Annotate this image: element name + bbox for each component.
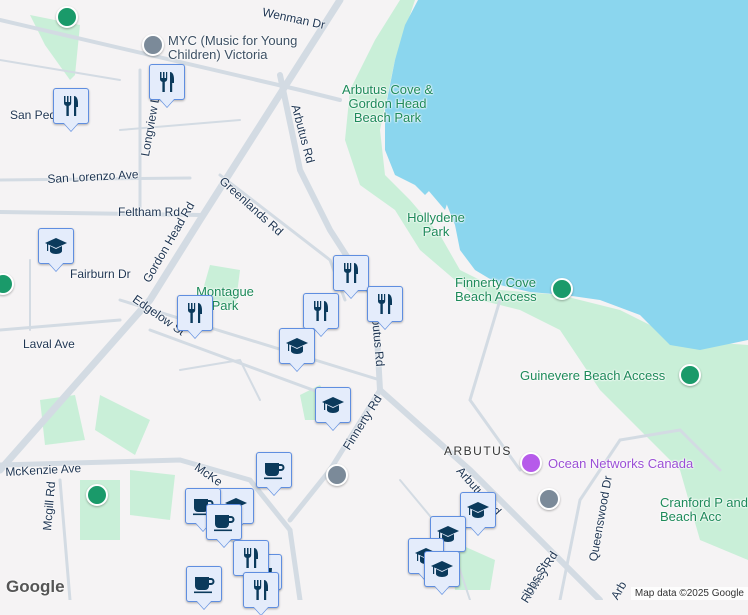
graduation-cap-icon [431,561,453,577]
graduation-cap-icon [467,502,489,518]
restaurant-marker[interactable] [243,572,279,608]
fork-knife-icon [254,580,268,600]
restaurant-marker[interactable] [233,540,269,576]
restaurant-marker[interactable] [367,286,403,322]
cafe-marker[interactable] [206,504,242,540]
school-marker[interactable] [424,551,460,587]
park-pin-icon[interactable] [86,484,108,506]
restaurant-marker[interactable] [177,295,213,331]
school-pin-icon[interactable] [142,34,164,56]
restaurant-marker[interactable] [53,88,89,124]
coffee-cup-icon [264,463,285,480]
school-marker[interactable] [315,387,351,423]
school-marker[interactable] [279,328,315,364]
park-label-hollydene[interactable]: Hollydene Park [400,211,472,239]
graduation-cap-icon [286,338,308,354]
coffee-cup-icon [214,515,235,532]
fork-knife-icon [188,303,202,323]
restaurant-marker[interactable] [149,64,185,100]
school-pin-icon[interactable] [326,464,348,486]
district-label: ARBUTUS [444,444,512,458]
museum-pin-icon[interactable] [520,452,542,474]
park-label-finnerty-cove[interactable]: Finnerty Cove Beach Access [455,276,550,304]
poi-label-ocean-networks[interactable]: Ocean Networks Canada [548,456,693,471]
street-label: Laval Ave [23,337,75,351]
coffee-cup-icon [194,577,215,594]
park-label-arbutus-cove[interactable]: Arbutus Cove & Gordon Head Beach Park [340,83,435,125]
fork-knife-icon [244,548,258,568]
fork-knife-icon [64,96,78,116]
park-pin-icon[interactable] [56,6,78,28]
school-pin-icon[interactable] [538,488,560,510]
street-label: Fairburn Dr [70,267,131,281]
graduation-cap-icon [45,238,67,254]
fork-knife-icon [378,294,392,314]
cafe-marker[interactable] [256,452,292,488]
map-attribution[interactable]: Map data ©2025 Google [630,587,748,600]
google-logo: Google [6,577,65,596]
graduation-cap-icon [322,397,344,413]
park-label-cranford[interactable]: Cranford P and Beach Acc [660,496,748,524]
cafe-marker[interactable] [186,566,222,602]
school-marker[interactable] [38,228,74,264]
restaurant-marker[interactable] [333,255,369,291]
street-label: Feltham Rd [118,205,181,219]
tree-pin-icon[interactable] [551,278,573,300]
tree-pin-icon[interactable] [679,364,701,386]
poi-label-myc[interactable]: MYC (Music for Young Children) Victoria [168,34,318,62]
fork-knife-icon [314,301,328,321]
restaurant-marker[interactable] [303,293,339,329]
fork-knife-icon [344,263,358,283]
park-label-guinevere[interactable]: Guinevere Beach Access [520,369,665,383]
fork-knife-icon [160,72,174,92]
